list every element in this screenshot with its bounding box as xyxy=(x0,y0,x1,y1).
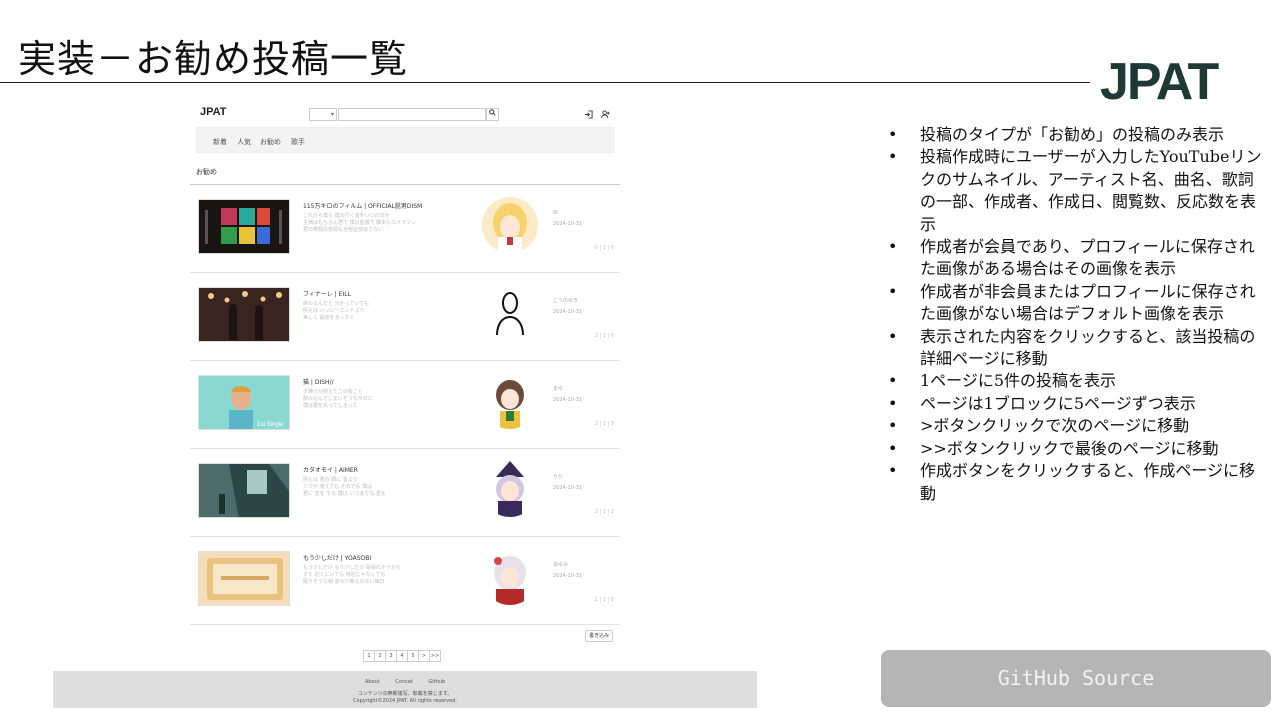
svg-text:1st Single: 1st Single xyxy=(257,422,284,428)
post-thumbnail xyxy=(198,463,290,518)
post-title: 115万キロのフィルム | OFFICIAL髭男DISM xyxy=(303,203,423,210)
post-lyric-line: 例えば 君の 顔に 昔より xyxy=(303,477,358,483)
post-thumbnail xyxy=(198,199,290,254)
post-lyric-line: これから僕ら 僕の行く道をいつの日か xyxy=(303,213,390,219)
footer-copyright: Copyright©2024 JPAT. All rights reserved… xyxy=(353,698,457,704)
post-stats: 2 | 1 | 2 xyxy=(594,509,614,515)
post-lyric-line: 例えば ハッピーエンドより xyxy=(303,308,365,314)
search-type-select[interactable]: ▾ xyxy=(309,108,337,121)
post-date: 2024-10-31 xyxy=(553,397,583,403)
feature-bullets: 投稿のタイプが「お勧め」の投稿のみ表示 投稿作成時にユーザーが入力したYouTu… xyxy=(886,124,1266,505)
post-lyric-line: 主演はもちろん君で 僕は監督で 脚本もカメラマン xyxy=(303,220,417,226)
post-lyric-line: 美しく 最後をまっすぐ xyxy=(303,315,355,321)
post-lyric-line: 君の笑顔の表情も全部全部逃さない xyxy=(303,227,384,233)
post-item[interactable]: 1st Single 猫 | DISH// 夕焼けが燃えてこの街ごと 飲み込んで… xyxy=(190,361,620,449)
post-author: まゆ xyxy=(553,386,564,392)
post-item[interactable]: フィナーレ | EILL 終わるんだと 分かっていても 例えば ハッピーエンドよ… xyxy=(190,273,620,361)
author-avatar xyxy=(482,197,538,253)
search-button[interactable] xyxy=(486,108,499,121)
post-thumbnail xyxy=(198,287,290,342)
post-item[interactable]: もう少しだけ | YOASOBI もう少しだけ もう少しだけ 頑張れそうかな す… xyxy=(190,537,620,625)
bullet-item: 投稿作成時にユーザーが入力したYouTubeリンクのサムネイル、アーティスト名、… xyxy=(886,146,1266,236)
default-avatar-icon xyxy=(482,285,538,341)
post-date: 2024-10-31 xyxy=(553,573,583,579)
author-avatar xyxy=(482,549,538,605)
post-lyric-line: シワが 増えても それでも 僕は xyxy=(303,484,373,490)
post-title: フィナーレ | EILL xyxy=(303,291,351,298)
nav-singer[interactable]: 歌手 xyxy=(291,137,305,147)
author-avatar xyxy=(482,461,538,517)
nav-recommended[interactable]: お勧め xyxy=(260,137,281,147)
bullet-item: 作成者が会員であり、プロフィールに保存された画像がある場合はその画像を表示 xyxy=(886,236,1266,281)
site-logo[interactable]: JPAT xyxy=(200,106,227,118)
post-author: あゆみ xyxy=(553,562,569,568)
post-thumbnail: 1st Single xyxy=(198,375,290,430)
post-lyric-line: もう少しだけ もう少しだけ 頑張れそうかな xyxy=(303,565,401,571)
post-author: ゆ xyxy=(553,210,559,216)
bullet-item: >ボタンクリックで次のページに移動 xyxy=(886,415,1266,438)
post-stats: 2 | 1 | 3 xyxy=(594,421,614,427)
bullet-item: ページは1ブロックに5ページずつ表示 xyxy=(886,393,1266,416)
post-title: もう少しだけ | YOASOBI xyxy=(303,555,372,562)
slide-title: 実装－お勧め投稿一覧 xyxy=(18,37,409,81)
post-stats: 0 | 1 | 6 xyxy=(594,245,614,251)
post-date: 2024-10-31 xyxy=(553,485,583,491)
search-icon xyxy=(489,109,496,116)
pagination: 1 2 3 4 5 > >> xyxy=(363,650,441,662)
post-date: 2024-10-31 xyxy=(553,221,583,227)
footer-link-about[interactable]: About xyxy=(365,679,380,685)
post-lyric-line: 夕焼けが燃えてこの街ごと xyxy=(303,389,363,395)
post-lyric-line: 僕は君を失ってしまった xyxy=(303,403,358,409)
post-item[interactable]: 115万キロのフィルム | OFFICIAL髭男DISM これから僕ら 僕の行く… xyxy=(190,185,620,273)
nav-popular[interactable]: 人気 xyxy=(237,137,251,147)
bullet-item: 1ページに5件の投稿を表示 xyxy=(886,370,1266,393)
signup-icon[interactable] xyxy=(601,110,611,121)
post-title: カタオモイ | AIMER xyxy=(303,467,358,474)
post-item[interactable]: カタオモイ | AIMER 例えば 君の 顔に 昔より シワが 増えても それで… xyxy=(190,449,620,537)
bullet-item: 表示された内容をクリックすると、該当投稿の詳細ページに移動 xyxy=(886,326,1266,371)
post-author: りか xyxy=(553,474,564,480)
post-title: 猫 | DISH// xyxy=(303,379,334,386)
jpat-logo: JPAT xyxy=(1100,53,1219,111)
bullet-item: 投稿のタイプが「お勧め」の投稿のみ表示 xyxy=(886,124,1266,147)
site-screenshot: JPAT ▾ 新着 人気 お勧め 歌手 お勧め 115万キロのフィルム | OF… xyxy=(190,98,620,668)
footer-links: About Concat Github xyxy=(53,679,757,685)
post-stats: 1 | 1 | 8 xyxy=(594,597,614,603)
section-title: お勧め xyxy=(196,168,217,176)
footer-notice: コンテンツの無断複写、転載を禁じます。 xyxy=(357,691,453,697)
bullet-item: 作成ボタンをクリックすると、作成ページに移動 xyxy=(886,460,1266,505)
footer-link-concat[interactable]: Concat xyxy=(395,679,413,685)
site-footer: About Concat Github コンテンツの無断複写、転載を禁じます。 … xyxy=(53,671,757,708)
site-header: JPAT ▾ xyxy=(190,98,620,126)
post-lyric-line: 終わるんだと 分かっていても xyxy=(303,301,369,307)
author-avatar xyxy=(482,373,538,429)
post-thumbnail xyxy=(198,551,290,606)
post-date: 2024-10-31 xyxy=(553,309,583,315)
site-nav: 新着 人気 お勧め 歌手 xyxy=(196,127,614,153)
post-lyric-line: 君に 恋を する 僕は いつまでも 君を xyxy=(303,491,386,497)
post-lyric-line: すぐ 近くにいても 特別じゃなくても xyxy=(303,572,386,578)
bullet-item: >>ボタンクリックで最後のページに移動 xyxy=(886,438,1266,461)
post-lyric-line: 飲み込んでしまいそうな今日に xyxy=(303,396,373,402)
write-button[interactable]: 書き込み xyxy=(585,630,613,642)
post-stats: 2 | 1 | 6 xyxy=(594,333,614,339)
post-lyric-line: 眠りそうな朝 変わり映えのない毎日 xyxy=(303,579,385,585)
nav-new[interactable]: 新着 xyxy=(213,137,227,147)
bullet-item: 作成者が非会員またはプロフィールに保存された画像がない場合はデフォルト画像を表示 xyxy=(886,281,1266,326)
footer-link-github[interactable]: Github xyxy=(428,679,445,685)
github-source-button[interactable]: GitHub Source xyxy=(881,650,1271,707)
post-author: こうのゆき xyxy=(553,298,579,304)
title-divider xyxy=(0,82,1090,83)
search-input[interactable] xyxy=(338,108,486,121)
login-icon[interactable] xyxy=(584,110,593,121)
last-page-button[interactable]: >> xyxy=(429,650,441,662)
